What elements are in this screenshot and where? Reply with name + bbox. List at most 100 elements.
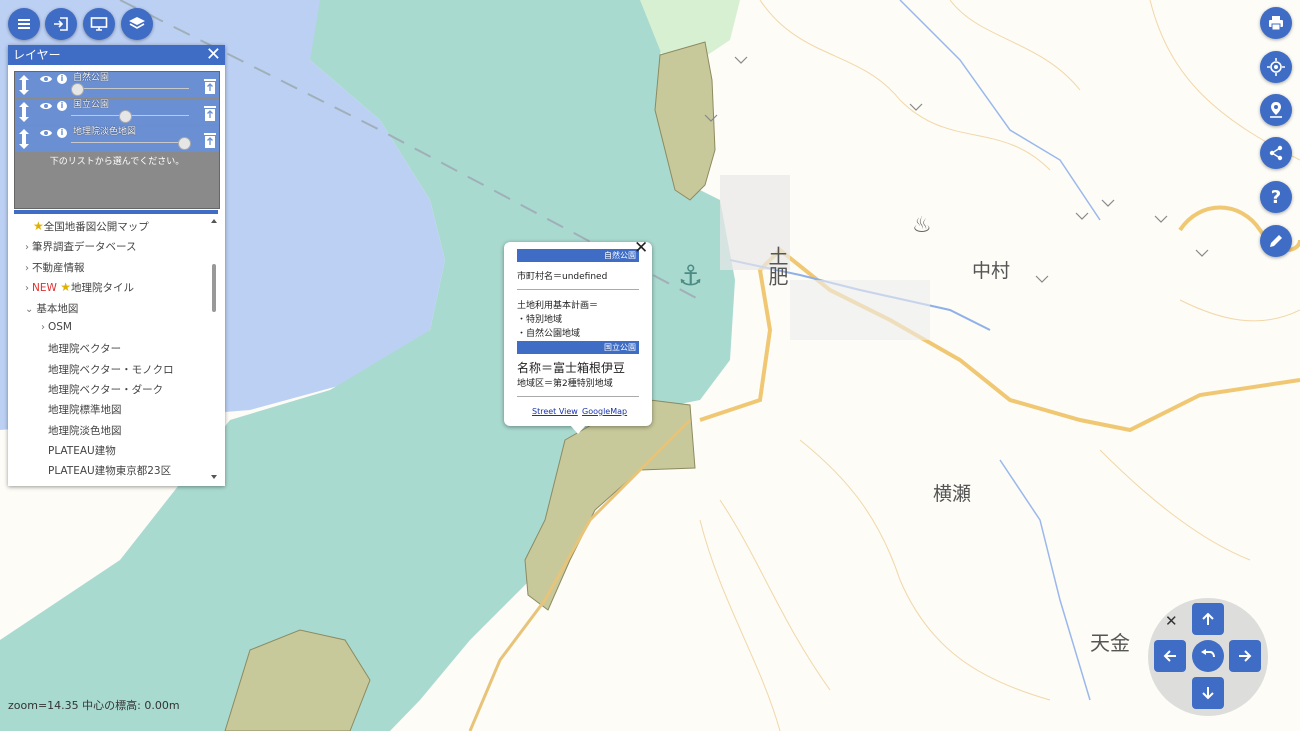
layers-button[interactable]: [121, 8, 153, 40]
list-item[interactable]: PLATEAU建物: [48, 443, 116, 458]
marker-button[interactable]: [1260, 94, 1292, 126]
drag-handle-icon[interactable]: [17, 101, 31, 123]
popup-landuse-title: 土地利用基本計画＝: [517, 301, 599, 311]
list-item[interactable]: ★全国地番図公開マップ: [33, 219, 149, 234]
help-icon: ?: [1270, 186, 1282, 208]
feature-popup: 自然公園 市町村名＝undefined 土地利用基本計画＝ ・特別地域 ・自然公…: [504, 242, 652, 426]
zoom-elevation-info: zoom=14.35 中心の標高: 0.00m: [8, 699, 180, 712]
trash-icon[interactable]: [204, 104, 216, 121]
list-item[interactable]: 地理院ベクター・ダーク: [48, 382, 163, 397]
place-label-2: 中村: [972, 260, 1010, 282]
harbor-anchor-icon: ⚓: [678, 259, 703, 292]
arrow-down-icon: [1202, 687, 1214, 700]
list-item[interactable]: › 不動産情報: [25, 260, 85, 275]
layer-panel: レイヤー ✕ i 自然公園 i 国立公園 i 地理院淡色地図 下のリストから選ん…: [8, 45, 225, 486]
active-layer-list: i 自然公園 i 国立公園 i 地理院淡色地図 下のリストから選んでください。: [14, 71, 220, 209]
place-label-3: 横瀬: [933, 483, 971, 505]
layer-hint-text: 下のリストから選んでください。: [49, 157, 185, 167]
edit-button[interactable]: [1260, 225, 1292, 257]
locate-icon: [1267, 58, 1285, 76]
town-area-2: [790, 280, 930, 340]
list-scrollbar[interactable]: [209, 216, 219, 482]
pan-left-button[interactable]: [1154, 640, 1186, 672]
trash-icon[interactable]: [204, 131, 216, 148]
place-label-1: 土肥: [765, 246, 789, 286]
info-icon[interactable]: i: [57, 101, 67, 111]
chevron-right-icon: ›: [25, 263, 29, 274]
chevron-right-icon: ›: [41, 322, 45, 333]
print-button[interactable]: [1260, 7, 1292, 39]
opacity-slider-track[interactable]: [71, 142, 189, 143]
close-icon[interactable]: ✕: [206, 45, 221, 65]
popup-section-header: 国立公園: [517, 341, 639, 354]
list-item[interactable]: 地理院淡色地図: [48, 423, 122, 438]
eye-icon[interactable]: [39, 101, 53, 111]
pan-down-button[interactable]: [1192, 677, 1224, 709]
opacity-slider-handle[interactable]: [119, 110, 132, 123]
layer-catalog-list: ★全国地番図公開マップ › 筆界調査データベース › 不動産情報 › NEW ★地理院…: [14, 216, 208, 482]
list-item[interactable]: › NEW ★地理院タイル: [25, 280, 134, 295]
popup-landuse-item: ・特別地域: [517, 315, 563, 325]
drag-handle-icon[interactable]: [17, 74, 31, 96]
chevron-right-icon: ›: [25, 283, 29, 294]
active-layer-row[interactable]: i 自然公園: [15, 72, 219, 98]
reset-view-button[interactable]: [1192, 640, 1224, 672]
popup-city-line: 市町村名＝undefined: [517, 272, 608, 282]
list-item[interactable]: 地理院ベクター: [48, 341, 121, 356]
chevron-right-icon: ›: [25, 242, 29, 253]
popup-landuse-item: ・自然公園地域: [517, 329, 581, 339]
close-icon[interactable]: ✕: [634, 238, 648, 258]
info-icon[interactable]: i: [57, 128, 67, 138]
print-icon: [1269, 16, 1283, 31]
arrow-left-icon: [1163, 650, 1176, 662]
eye-icon[interactable]: [39, 128, 53, 138]
layer-panel-title: レイヤー: [13, 48, 61, 62]
drag-handle-icon[interactable]: [17, 128, 31, 150]
popup-pointer: [570, 425, 586, 434]
street-view-link[interactable]: Street View: [532, 407, 578, 416]
list-item[interactable]: ⌄ 基本地図: [25, 301, 78, 316]
layer-panel-header[interactable]: レイヤー ✕: [8, 45, 225, 65]
menu-button[interactable]: [8, 8, 40, 40]
pan-up-button[interactable]: [1192, 603, 1224, 635]
login-button[interactable]: [45, 8, 77, 40]
popup-section-header: 自然公園: [517, 249, 639, 262]
place-label-4: 天金: [1090, 631, 1130, 655]
popup-divider: [517, 396, 639, 397]
share-icon: [1269, 145, 1283, 161]
close-icon[interactable]: ✕: [1165, 612, 1178, 630]
popup-park-name: 名称＝富士箱根伊豆: [517, 361, 626, 375]
undo-icon: [1201, 649, 1215, 658]
hot-spring-icon: ♨: [912, 213, 932, 238]
popup-divider: [517, 289, 639, 290]
display-button[interactable]: [83, 8, 115, 40]
opacity-slider-handle[interactable]: [178, 137, 191, 150]
list-item[interactable]: › OSM: [41, 321, 72, 333]
google-map-link[interactable]: GoogleMap: [582, 407, 627, 416]
login-icon: [54, 17, 68, 31]
arrow-right-icon: [1239, 650, 1252, 662]
layers-icon: [129, 17, 145, 29]
marker-icon: [1270, 102, 1282, 118]
trash-icon[interactable]: [204, 77, 216, 94]
share-button[interactable]: [1260, 137, 1292, 169]
star-icon: ★: [60, 280, 71, 294]
active-layer-name: 地理院淡色地図: [73, 127, 137, 137]
eye-icon[interactable]: [39, 74, 53, 84]
active-layer-row[interactable]: i 地理院淡色地図: [15, 126, 219, 152]
list-item[interactable]: › 筆界調査データベース: [25, 239, 136, 254]
active-layer-row[interactable]: i 国立公園: [15, 99, 219, 125]
locate-button[interactable]: [1260, 51, 1292, 83]
opacity-slider-handle[interactable]: [71, 83, 84, 96]
list-item[interactable]: PLATEAU建物東京都23区: [48, 463, 171, 478]
monitor-icon: [90, 17, 108, 31]
star-icon: ★: [33, 219, 44, 233]
list-item[interactable]: 地理院ベクター・モノクロ: [48, 362, 174, 377]
opacity-slider-track[interactable]: [71, 88, 189, 89]
chevron-down-icon: ⌄: [25, 304, 34, 315]
help-button[interactable]: ?: [1260, 181, 1292, 213]
info-icon[interactable]: i: [57, 74, 67, 84]
list-item[interactable]: 地理院標準地図: [48, 402, 122, 417]
pan-right-button[interactable]: [1229, 640, 1261, 672]
new-badge: NEW: [32, 282, 57, 294]
